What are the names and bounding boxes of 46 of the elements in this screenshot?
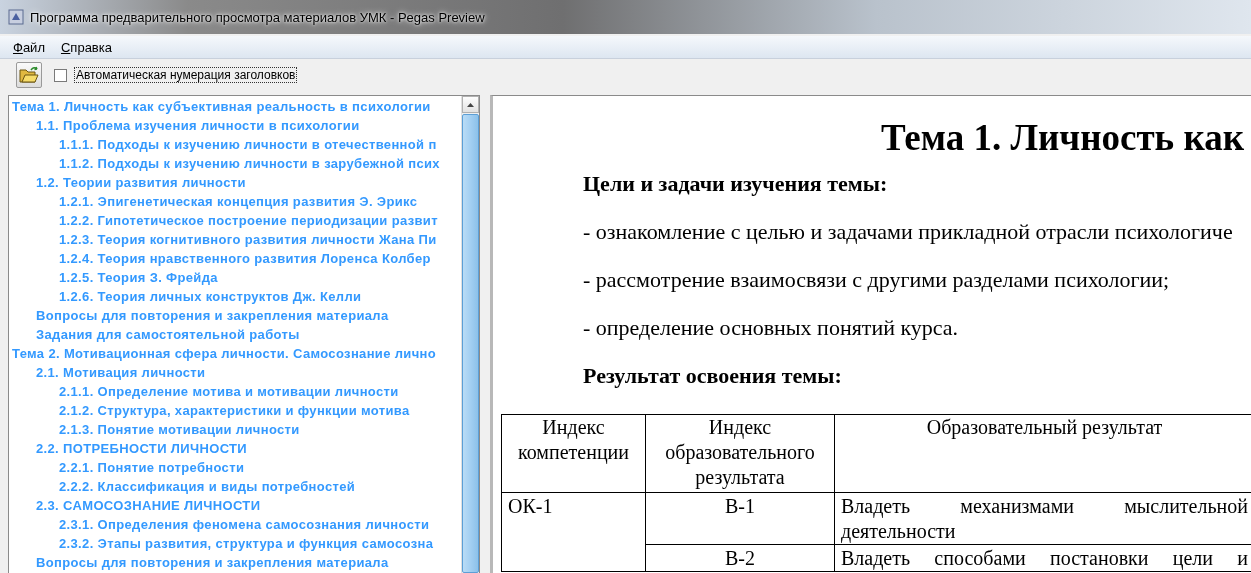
tree-item[interactable]: 2.2. ПОТРЕБНОСТИ ЛИЧНОСТИ — [9, 439, 461, 458]
list-text: - определение основных понятий курса. — [582, 314, 960, 342]
tree-item[interactable]: Вопросы для повторения и закрепления материала — [9, 553, 461, 572]
menu-item[interactable]: Файл — [8, 38, 50, 56]
tree-item[interactable]: 2.1. Мотивация личности — [9, 363, 461, 382]
tree-item[interactable]: 2.2.1. Понятие потребности — [9, 458, 461, 477]
section-heading: Цели и задачи изучения темы: — [582, 170, 889, 198]
tree-item[interactable]: 2.3. САМОСОЗНАНИЕ ЛИЧНОСТИ — [9, 496, 461, 515]
table-cell: ОК-1 — [501, 492, 646, 572]
tree-item[interactable]: 1.2.4. Теория нравственного развития Лоренса Колбер — [9, 249, 461, 268]
open-folder-button[interactable] — [16, 62, 42, 88]
scroll-up-button[interactable] — [462, 96, 479, 113]
tree-item[interactable]: 2.3.2. Этапы развития, структура и функция самосозна — [9, 534, 461, 553]
tree-item[interactable]: 2.3.1. Определения феномена самосознания личности — [9, 515, 461, 534]
menu-item[interactable]: Справка — [55, 38, 117, 56]
section-heading: Результат освоения темы: — [582, 362, 843, 390]
tree-item[interactable]: 1.2.2. Гипотетическое построение периодизации развит — [9, 211, 461, 230]
list-text: - рассмотрение взаимосвязи с другими разделами психологии; — [582, 266, 1171, 294]
table-header: Образовательный результат — [834, 414, 1251, 493]
window-title: Программа предварительного просмотра материалов УМК - Pegas Preview — [30, 9, 485, 25]
tree-item[interactable]: Задания для самостоятельной работы — [9, 325, 461, 344]
tree-item[interactable]: 1.1.2. Подходы к изучению личности в зарубежной псих — [9, 154, 461, 173]
checkbox-label[interactable]: Автоматическая нумерация заголовков — [74, 67, 298, 83]
up-arrow-icon — [467, 102, 474, 107]
app-icon — [8, 9, 24, 25]
tree-item[interactable]: 1.2.6. Теория личных конструктов Дж. Келли — [9, 287, 461, 306]
tree-item[interactable]: 1.2.1. Эпигенетическая концепция развития Э. Эрикс — [9, 192, 461, 211]
tree-item[interactable]: Тема 2. Мотивационная сфера личности. Самосознание лично — [9, 344, 461, 363]
tree-item[interactable]: 1.1. Проблема изучения личности в психологии — [9, 116, 461, 135]
table-cell: В-2 — [645, 544, 835, 572]
tree-item[interactable]: 1.2.5. Теория З. Фрейда — [9, 268, 461, 287]
tree-item[interactable]: 1.1.1. Подходы к изучению личности в отечественной п — [9, 135, 461, 154]
tree-item[interactable]: 1.2. Теории развития личности — [9, 173, 461, 192]
table-header: Индекс образовательного результата — [645, 414, 835, 493]
table-header: Индекс компетенции — [501, 414, 646, 493]
tree-item[interactable]: Тема 1. Личность как субъективная реальность в психологии — [9, 97, 461, 116]
list-text: - ознакомление с целью и задачами прикладной отрасли психологиче — [582, 218, 1234, 246]
document-heading: Тема 1. Личность как — [880, 116, 1245, 160]
checkbox[interactable] — [54, 68, 67, 82]
tree-item[interactable]: 2.1.3. Понятие мотивации личности — [9, 420, 461, 439]
tree-item[interactable]: Вопросы для повторения и закрепления материала — [9, 306, 461, 325]
tree-item[interactable]: 2.1.1. Определение мотива и мотивации личности — [9, 382, 461, 401]
tree-item[interactable]: 2.2.2. Классификация и виды потребностей — [9, 477, 461, 496]
table-cell: В-1 — [645, 492, 835, 545]
tree-item[interactable]: 1.2.3. Теория когнитивного развития личности Жана Пи — [9, 230, 461, 249]
tree-item[interactable]: 2.1.2. Структура, характеристики и функции мотива — [9, 401, 461, 420]
